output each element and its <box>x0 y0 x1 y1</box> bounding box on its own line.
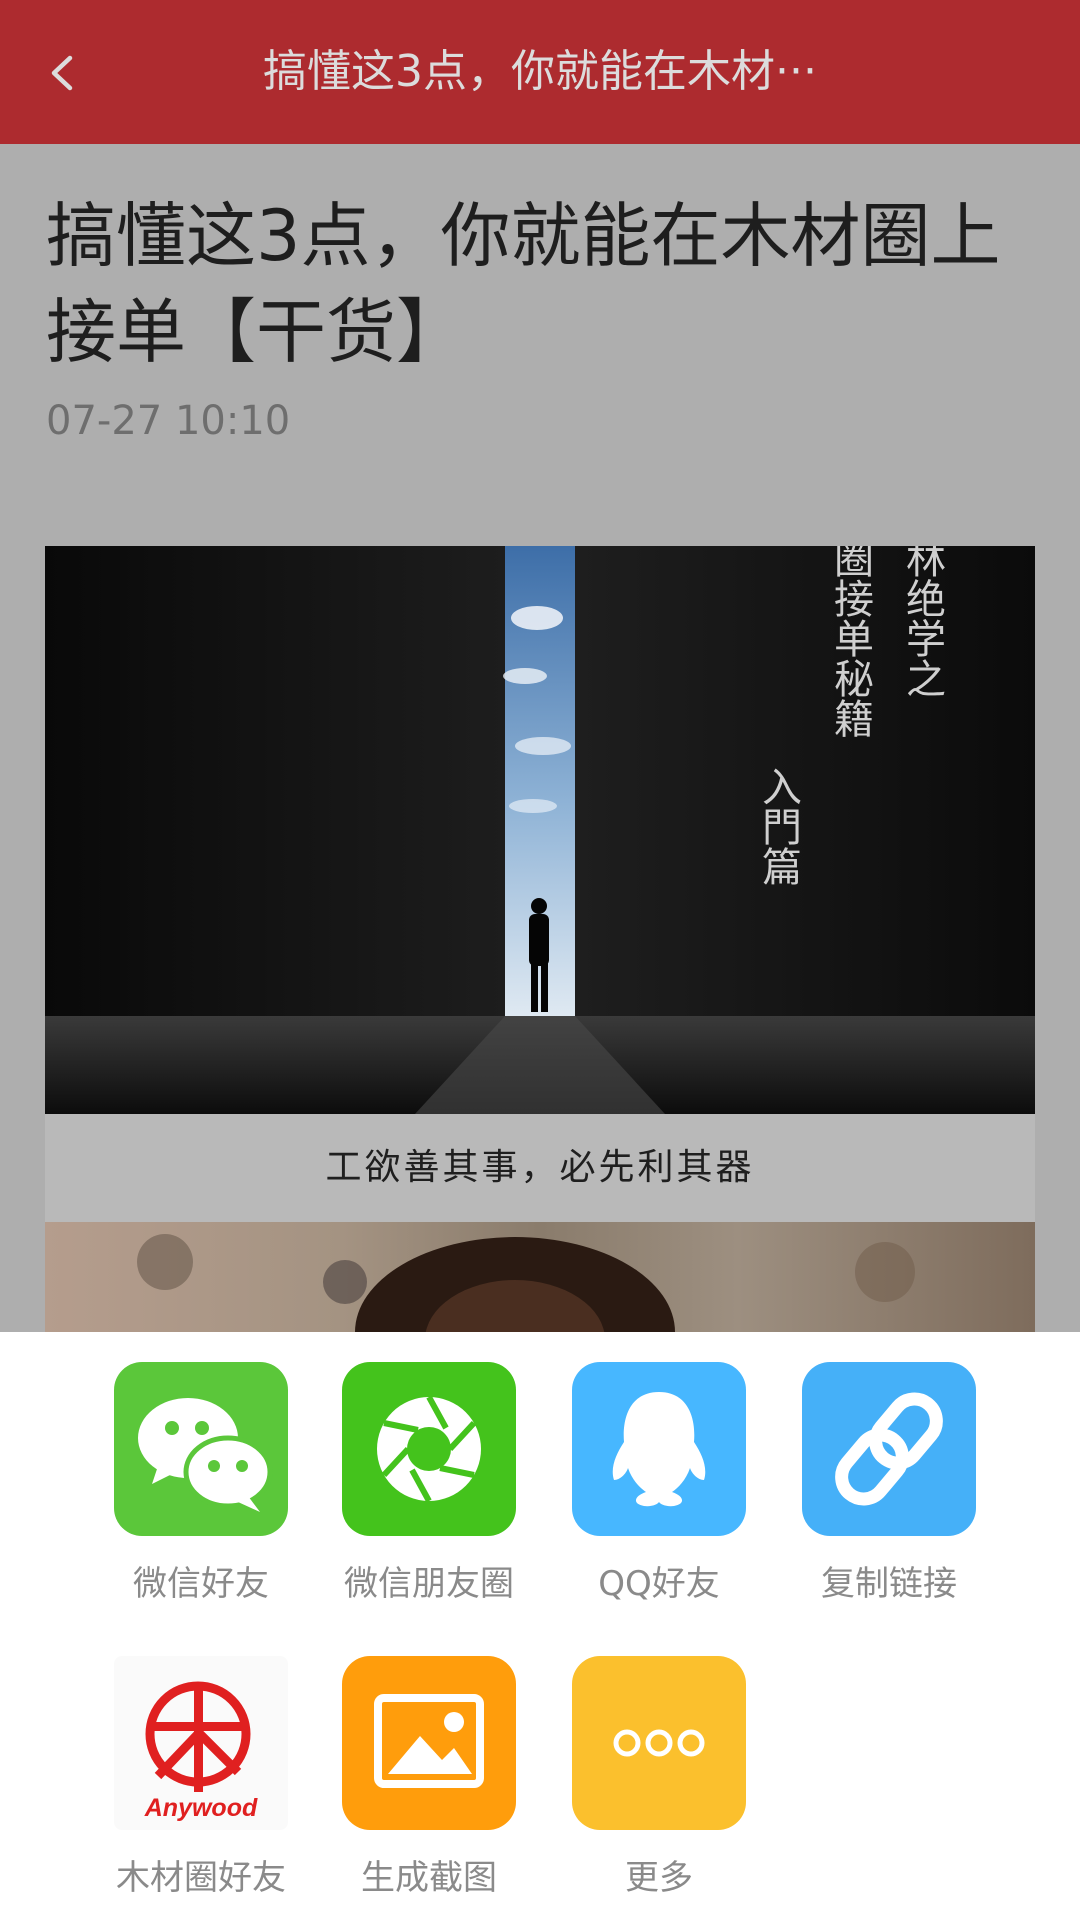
image-caption: 工欲善其事，必先利其器 <box>45 1114 1035 1222</box>
hero-calligraphy-col-3: 入門篇 <box>755 766 801 886</box>
share-sheet: 微信好友 微信朋友圈 QQ好友 复制链接 Anywood 木材圈好友 生成截图 … <box>0 1332 1080 1920</box>
link-icon <box>802 1362 976 1536</box>
share-qq-friend[interactable]: QQ好友 <box>545 1332 746 1604</box>
page-title: 搞懂这3点，你就能在木材··· <box>263 46 817 97</box>
back-button[interactable] <box>34 42 94 102</box>
more-dots-icon <box>572 1656 746 1830</box>
hero-illustration: 武林绝学之 木材圈接单秘籍 入門篇 <box>45 546 1035 1114</box>
share-label: 复制链接 <box>821 1564 957 1604</box>
anywood-logo-icon: Anywood <box>114 1656 288 1830</box>
second-image-preview <box>137 1234 915 1332</box>
share-copy-link[interactable]: 复制链接 <box>775 1332 976 1604</box>
anywood-logo-text: Anywood <box>144 1794 258 1822</box>
article-headline: 搞懂这3点，你就能在木材圈上接单【干货】 <box>46 195 1001 373</box>
wechat-icon <box>114 1362 288 1536</box>
article-second-image[interactable] <box>45 1222 1035 1332</box>
article-body: 搞懂这3点，你就能在木材圈上接单【干货】 07-27 10:10 武林绝学之 木… <box>0 144 1080 1332</box>
chevron-left-icon <box>51 55 73 91</box>
share-more[interactable]: 更多 <box>545 1626 746 1898</box>
hero-calligraphy-col-2: 木材圈接单秘籍 <box>827 546 873 738</box>
top-bar: 搞懂这3点，你就能在木材··· <box>0 0 1080 144</box>
qq-icon <box>572 1362 746 1536</box>
share-label: 更多 <box>625 1858 693 1898</box>
share-label: 生成截图 <box>361 1858 497 1898</box>
share-label: QQ好友 <box>598 1564 720 1604</box>
hero-calligraphy-col-1: 武林绝学之 <box>899 546 945 698</box>
article-date: 07-27 10:10 <box>46 398 291 444</box>
share-wechat-moments[interactable]: 微信朋友圈 <box>315 1332 516 1604</box>
share-wechat-friend[interactable]: 微信好友 <box>87 1332 288 1604</box>
share-generate-screenshot[interactable]: 生成截图 <box>315 1626 516 1898</box>
screen: 搞懂这3点，你就能在木材··· 搞懂这3点，你就能在木材圈上接单【干货】 07-… <box>0 0 1080 1920</box>
share-anywood-friend[interactable]: Anywood 木材圈好友 <box>87 1626 288 1898</box>
image-icon <box>342 1656 516 1830</box>
wechat-moments-icon <box>342 1362 516 1536</box>
share-label: 微信朋友圈 <box>344 1564 514 1604</box>
article-hero-image[interactable]: 武林绝学之 木材圈接单秘籍 入門篇 <box>45 546 1035 1114</box>
